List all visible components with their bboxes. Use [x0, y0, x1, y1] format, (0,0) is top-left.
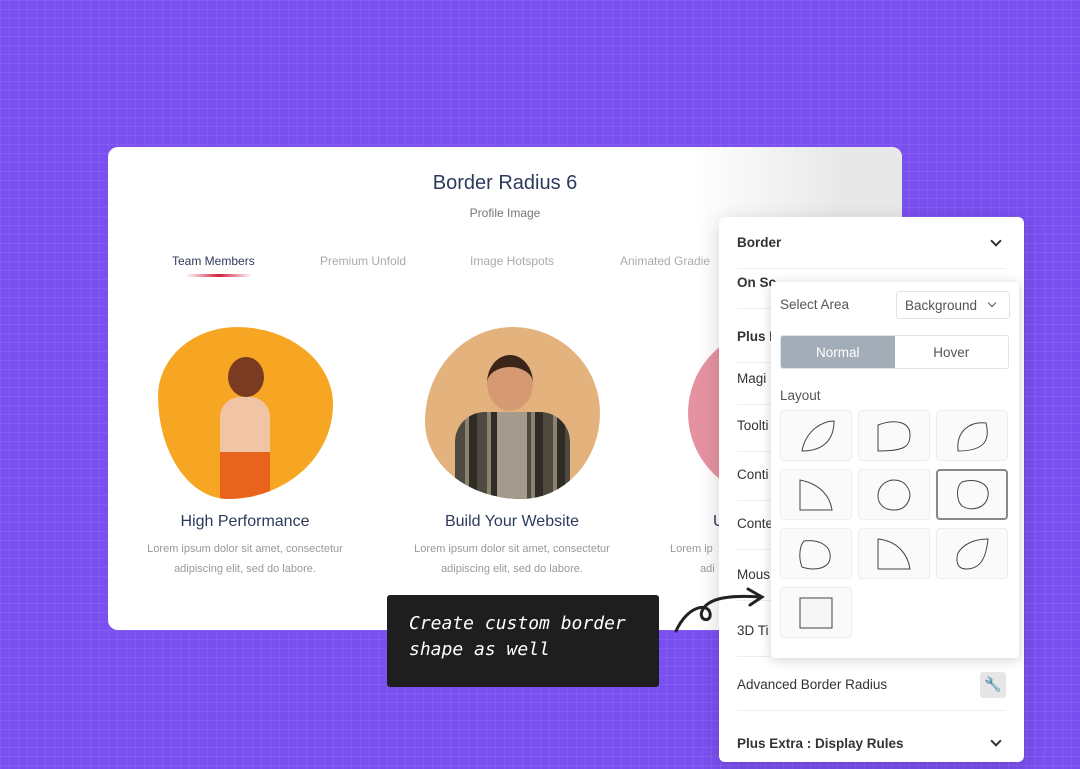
member-card: High Performance Lorem ipsum dolor sit a…: [125, 327, 365, 579]
hover-tab[interactable]: Hover: [895, 336, 1009, 368]
active-tab-underline: [186, 274, 252, 277]
layout-option-9[interactable]: [936, 528, 1008, 579]
wrench-icon[interactable]: 🔧: [980, 671, 1006, 698]
layout-option-8[interactable]: [858, 528, 930, 579]
shape-icon: [957, 479, 989, 509]
member-name: High Performance: [180, 513, 310, 530]
border-shape-popup: Select Area Background Normal Hover Layo…: [771, 282, 1019, 658]
shape-icon: [877, 420, 911, 452]
tab-premium-unfold[interactable]: Premium Unfold: [320, 254, 406, 268]
chevron-down-icon: [987, 298, 997, 308]
tab-image-hotspots[interactable]: Image Hotspots: [470, 254, 554, 268]
select-area-dropdown[interactable]: Background: [896, 291, 1010, 319]
member-card: Build Your Website Lorem ipsum dolor sit…: [392, 327, 632, 579]
layout-option-3[interactable]: [936, 410, 1008, 461]
section-display-rules[interactable]: Plus Extra : Display Rules: [737, 717, 1006, 769]
shape-icon: [801, 419, 835, 452]
profile-image: [424, 327, 600, 499]
layout-option-2[interactable]: [858, 410, 930, 461]
layout-option-7[interactable]: [780, 528, 852, 579]
profile-image: [157, 327, 333, 499]
arrow-icon: [674, 587, 765, 633]
layout-option-10[interactable]: [780, 587, 852, 638]
normal-tab[interactable]: Normal: [781, 336, 895, 368]
layout-option-4[interactable]: [780, 469, 852, 520]
layout-grid: [780, 410, 1008, 638]
select-area-label: Select Area: [780, 297, 850, 312]
shape-icon: [957, 421, 988, 452]
chevron-down-icon: [990, 735, 1002, 747]
layout-label: Layout: [780, 388, 821, 403]
shape-icon: [799, 597, 833, 628]
tab-team-members[interactable]: Team Members: [172, 254, 255, 268]
row-advanced-border-radius[interactable]: Advanced Border Radius 🔧: [737, 659, 1006, 711]
layout-option-6[interactable]: [936, 469, 1008, 520]
layout-option-1[interactable]: [780, 410, 852, 461]
layout-option-5[interactable]: [858, 469, 930, 520]
member-desc: Lorem ipsum dolor sit amet, consectetur a…: [414, 543, 610, 575]
shape-icon: [877, 478, 911, 511]
shape-icon: [799, 539, 831, 569]
shape-icon: [799, 478, 833, 510]
callout-tooltip: Create custom border shape as well: [387, 595, 659, 687]
member-name: Build Your Website: [444, 513, 579, 530]
state-toggle: Normal Hover: [780, 335, 1009, 369]
shape-icon: [877, 537, 911, 569]
shape-icon: [956, 537, 989, 570]
member-desc: Lorem ipsum dolor sit amet, consectetur a…: [147, 543, 343, 575]
chevron-down-icon: [990, 234, 1002, 247]
